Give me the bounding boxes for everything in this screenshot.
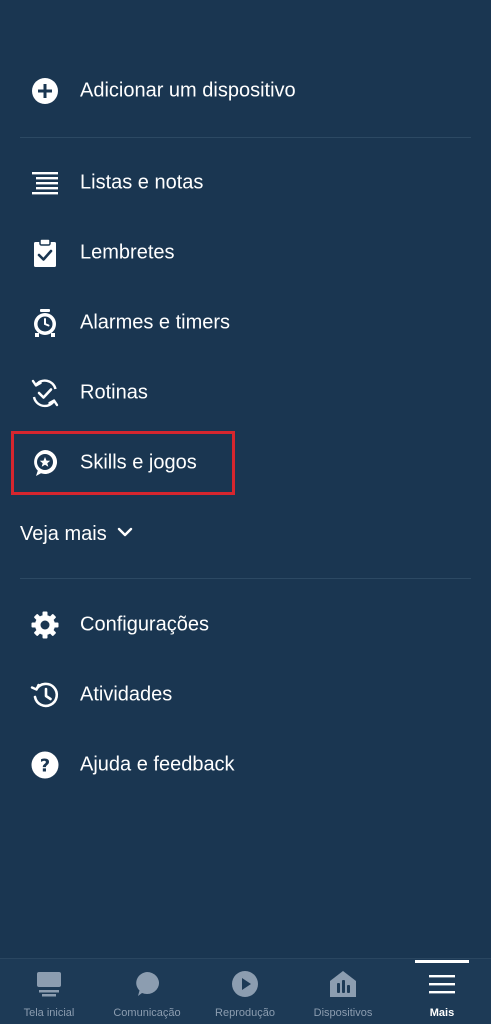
tab-home-screen[interactable]: Tela inicial	[0, 959, 98, 1024]
settings-item[interactable]: Configurações	[0, 595, 491, 655]
tab-devices-label: Dispositivos	[313, 1007, 373, 1019]
home-screen-icon	[34, 969, 64, 999]
routines-label: Rotinas	[80, 381, 148, 404]
menu-lines-icon	[427, 969, 457, 999]
alarms-timers-item[interactable]: Alarmes e timers	[0, 293, 491, 353]
divider	[20, 578, 471, 579]
tab-more-label: Mais	[429, 1007, 455, 1019]
divider	[20, 137, 471, 138]
routine-check-icon	[29, 377, 61, 409]
lists-notes-item[interactable]: Listas e notas	[0, 153, 491, 213]
add-device-item[interactable]: Adicionar um dispositivo	[0, 61, 491, 121]
lists-notes-label: Listas e notas	[80, 171, 204, 194]
tab-more[interactable]: Mais	[393, 959, 491, 1024]
svg-text:?: ?	[40, 756, 50, 777]
tab-home-screen-label: Tela inicial	[23, 1007, 75, 1019]
active-tab-indicator	[415, 960, 469, 963]
help-circle-icon: ?	[29, 749, 61, 781]
devices-house-icon	[328, 969, 358, 999]
help-feedback-label: Ajuda e feedback	[80, 753, 235, 776]
history-icon	[29, 679, 61, 711]
gear-icon	[29, 609, 61, 641]
alarm-clock-icon	[29, 307, 61, 339]
settings-label: Configurações	[80, 613, 209, 636]
add-device-label: Adicionar um dispositivo	[80, 79, 296, 102]
see-more-label: Veja mais	[20, 522, 107, 545]
tab-communication[interactable]: Comunicação	[98, 959, 196, 1024]
skills-bubble-icon	[29, 447, 61, 479]
list-icon	[29, 167, 61, 199]
tab-playback[interactable]: Reprodução	[196, 959, 294, 1024]
skills-games-label: Skills e jogos	[80, 451, 197, 474]
play-icon	[230, 969, 260, 999]
reminders-item[interactable]: Lembretes	[0, 223, 491, 283]
skills-games-item[interactable]: Skills e jogos	[0, 433, 491, 493]
alarms-timers-label: Alarmes e timers	[80, 311, 231, 334]
tab-playback-label: Reprodução	[215, 1007, 275, 1019]
see-more-toggle[interactable]: Veja mais	[20, 519, 133, 549]
reminders-label: Lembretes	[80, 241, 175, 264]
add-circle-icon	[29, 75, 61, 107]
routines-item[interactable]: Rotinas	[0, 363, 491, 423]
activities-label: Atividades	[80, 683, 173, 706]
chevron-down-icon	[117, 525, 133, 543]
activities-item[interactable]: Atividades	[0, 665, 491, 725]
help-feedback-item[interactable]: ? Ajuda e feedback	[0, 735, 491, 795]
tab-devices[interactable]: Dispositivos	[294, 959, 392, 1024]
tab-communication-label: Comunicação	[113, 1007, 181, 1019]
bottom-nav: Tela inicial Comunicação Reprodução Disp…	[0, 958, 491, 1024]
chat-bubble-icon	[132, 969, 162, 999]
more-menu-screen: Adicionar um dispositivo Listas e notas …	[0, 0, 491, 1024]
clipboard-check-icon	[29, 237, 61, 269]
